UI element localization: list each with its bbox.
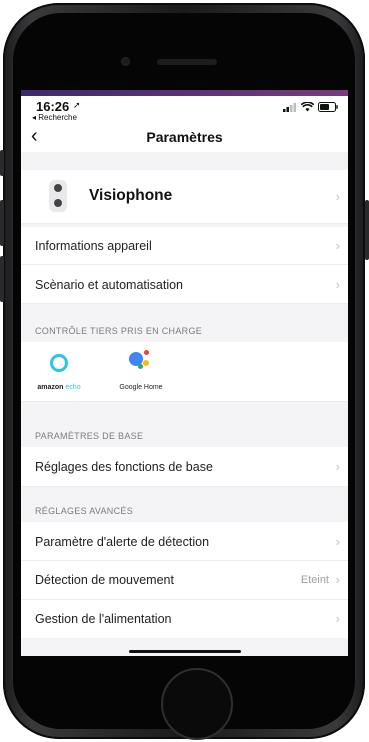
- chevron-right-icon: ›: [335, 459, 340, 474]
- detection-alert-row[interactable]: Paramètre d'alerte de détection ›: [21, 522, 348, 561]
- home-button[interactable]: [161, 668, 233, 740]
- google-home-label: Google Home: [119, 384, 163, 391]
- scenario-row[interactable]: Scènario et automatisation ›: [21, 265, 348, 304]
- section-base: PARAMÈTRES DE BASE: [35, 431, 144, 441]
- chevron-right-icon: ›: [335, 238, 340, 253]
- volume-down-button: [0, 256, 4, 302]
- google-home-badge[interactable]: Google Home: [113, 348, 169, 396]
- detection-alert-label: Paramètre d'alerte de détection: [35, 535, 210, 549]
- doorbell-lens-top: [54, 184, 62, 192]
- amazon-echo-badge[interactable]: amazon echo: [29, 354, 89, 396]
- device-name: Visiophone: [89, 187, 173, 204]
- battery-icon: [318, 102, 338, 112]
- doorbell-lens-bottom: [54, 199, 62, 207]
- chevron-right-icon: ›: [335, 611, 340, 626]
- nav-bar: ‹ Paramètres: [21, 122, 348, 152]
- status-bar: 16:26 ➚ ◂ Recherche: [21, 96, 348, 122]
- scenario-label: Scènario et automatisation: [35, 278, 184, 292]
- amazon-text: amazon: [37, 384, 64, 391]
- doorbell-icon: [49, 180, 67, 212]
- chevron-right-icon: ›: [335, 534, 340, 549]
- back-to-app-link[interactable]: ◂ Recherche: [32, 113, 77, 122]
- device-info-row[interactable]: Informations appareil ›: [21, 227, 348, 265]
- section-third-party: CONTRÔLE TIERS PRIS EN CHARGE: [35, 326, 203, 336]
- chevron-right-icon: ›: [335, 572, 340, 587]
- motion-detection-label: Détection de mouvement: [35, 573, 174, 587]
- base-settings-label: Réglages des fonctions de base: [35, 460, 213, 474]
- chevron-right-icon: ›: [335, 189, 340, 204]
- mute-switch: [0, 150, 4, 176]
- home-indicator: [129, 650, 241, 653]
- wifi-icon: [301, 102, 314, 112]
- device-header-row[interactable]: Visiophone ›: [21, 170, 348, 224]
- volume-up-button: [0, 200, 4, 246]
- earpiece-speaker: [157, 59, 217, 65]
- third-party-row: amazon echo Google Home: [21, 342, 348, 402]
- alexa-icon: [50, 354, 68, 372]
- google-dot-yellow: [143, 360, 149, 366]
- device-info-label: Informations appareil: [35, 239, 152, 253]
- front-camera: [121, 57, 130, 66]
- power-button: [365, 200, 369, 260]
- amazon-echo-label: amazon echo: [29, 384, 89, 391]
- motion-detection-row[interactable]: Détection de mouvement Eteint ›: [21, 561, 348, 600]
- app-screen: 16:26 ➚ ◂ Recherche ‹ Paramètres Visioph…: [21, 90, 348, 656]
- chevron-right-icon: ›: [335, 277, 340, 292]
- echo-text: echo: [65, 384, 81, 391]
- power-management-row[interactable]: Gestion de l'alimentation ›: [21, 600, 348, 638]
- status-icons: [283, 102, 338, 112]
- base-settings-row[interactable]: Réglages des fonctions de base ›: [21, 447, 348, 487]
- google-dot-red: [144, 350, 149, 355]
- status-time: 16:26: [36, 99, 70, 114]
- google-dot-green: [138, 364, 143, 369]
- page-title: Paramètres: [146, 129, 223, 145]
- signal-icon: [283, 102, 296, 112]
- section-advanced: RÉGLAGES AVANCÉS: [35, 506, 133, 516]
- location-arrow-icon: ➚: [73, 100, 81, 110]
- power-management-label: Gestion de l'alimentation: [35, 612, 172, 626]
- motion-detection-value: Eteint: [300, 574, 329, 586]
